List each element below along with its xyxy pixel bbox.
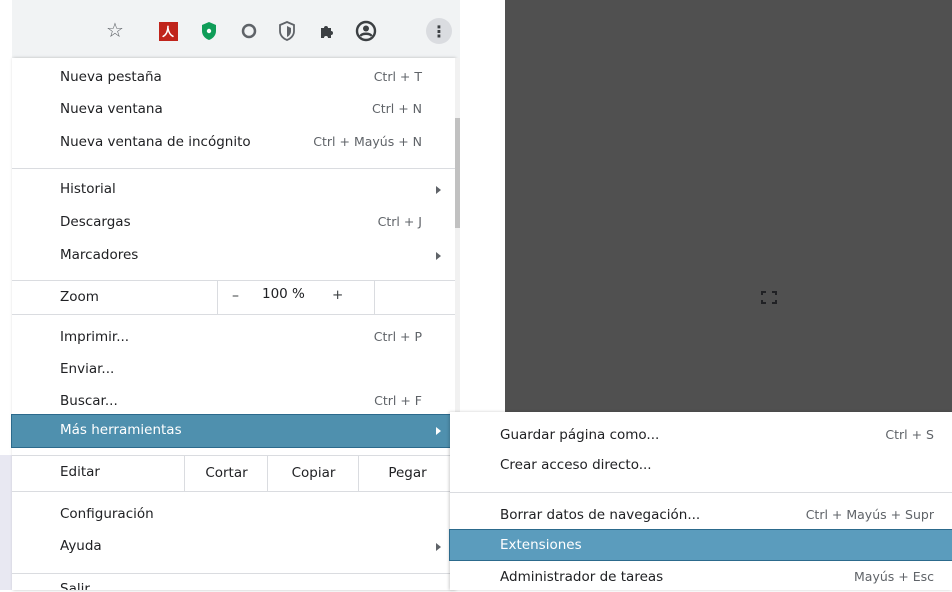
menu-item-label: Descargas bbox=[60, 214, 131, 230]
menu-item-find[interactable]: Buscar... Ctrl + F bbox=[12, 388, 455, 416]
menu-item-label: Salir bbox=[60, 581, 90, 590]
ring-extension-icon[interactable] bbox=[238, 20, 260, 42]
kebab-menu-icon[interactable]: ⋮ bbox=[426, 18, 452, 44]
account-icon[interactable] bbox=[355, 20, 377, 42]
copy-button[interactable]: Copiar bbox=[267, 455, 359, 491]
menu-item-label: Nueva ventana de incógnito bbox=[60, 134, 251, 150]
menu-item-label: Nueva ventana bbox=[60, 101, 163, 117]
submenu-item-extensions[interactable]: Extensiones bbox=[449, 529, 952, 561]
menu-item-shortcut: Ctrl + F bbox=[374, 393, 422, 408]
menu-item-shortcut: Ctrl + N bbox=[371, 101, 422, 116]
submenu-arrow-icon bbox=[436, 427, 441, 435]
submenu-arrow-icon bbox=[436, 543, 441, 551]
submenu-item-label: Administrador de tareas bbox=[500, 569, 664, 585]
submenu-item-label: Borrar datos de navegación... bbox=[500, 507, 701, 523]
menu-item-label: Más herramientas bbox=[60, 422, 182, 438]
menu-item-label: Nueva pestaña bbox=[60, 69, 162, 85]
chrome-main-menu: Nueva pestaña Ctrl + T Nueva ventana Ctr… bbox=[11, 58, 777, 590]
menu-zoom-row: Zoom – 100 % + bbox=[12, 280, 777, 314]
zoom-label: Zoom bbox=[60, 289, 99, 305]
cut-button[interactable]: Cortar bbox=[184, 455, 268, 491]
menu-item-shortcut: Ctrl + T bbox=[373, 69, 422, 84]
menu-item-label: Historial bbox=[60, 181, 116, 197]
submenu-item-save-page[interactable]: Guardar página como... Ctrl + S bbox=[450, 420, 952, 450]
page-content-area bbox=[505, 0, 952, 412]
menu-item-label: Buscar... bbox=[60, 393, 118, 409]
star-icon[interactable]: ☆ bbox=[104, 18, 126, 42]
menu-item-shortcut: Ctrl + P bbox=[373, 329, 422, 344]
submenu-item-label: Guardar página como... bbox=[500, 427, 660, 443]
menu-divider bbox=[12, 491, 455, 492]
menu-item-history[interactable]: Historial bbox=[12, 176, 455, 204]
submenu-arrow-icon bbox=[436, 186, 441, 194]
menu-item-incognito[interactable]: Nueva ventana de incógnito Ctrl + Mayús … bbox=[12, 129, 455, 157]
menu-item-shortcut: Ctrl + J bbox=[377, 214, 422, 229]
menu-edit-row: Editar Cortar Copiar Pegar bbox=[12, 455, 455, 491]
zoom-level: 100 % bbox=[262, 286, 305, 302]
scrollbar-thumb[interactable] bbox=[455, 118, 460, 228]
menu-item-bookmarks[interactable]: Marcadores bbox=[12, 242, 455, 270]
menu-item-downloads[interactable]: Descargas Ctrl + J bbox=[12, 209, 455, 237]
menu-item-label: Marcadores bbox=[60, 247, 139, 263]
submenu-item-clear-data[interactable]: Borrar datos de navegación... Ctrl + May… bbox=[450, 500, 952, 530]
menu-item-new-tab[interactable]: Nueva pestaña Ctrl + T bbox=[12, 64, 455, 92]
pdf-extension-icon[interactable]: 人 bbox=[157, 20, 179, 42]
menu-item-exit[interactable]: Salir bbox=[12, 577, 455, 590]
menu-item-label: Configuración bbox=[60, 506, 154, 522]
browser-toolbar: ☆ 人 ⋮ bbox=[12, 0, 460, 58]
menu-item-cast[interactable]: Enviar... bbox=[12, 356, 455, 384]
menu-item-print[interactable]: Imprimir... Ctrl + P bbox=[12, 324, 455, 352]
privacy-extension-icon[interactable] bbox=[276, 20, 298, 42]
fullscreen-button[interactable] bbox=[374, 280, 777, 314]
menu-divider bbox=[12, 314, 455, 315]
zoom-in-button[interactable]: + bbox=[332, 287, 343, 303]
fullscreen-icon bbox=[761, 291, 777, 304]
menu-divider bbox=[12, 168, 455, 169]
extensions-puzzle-icon[interactable] bbox=[316, 20, 338, 42]
submenu-item-create-shortcut[interactable]: Crear acceso directo... bbox=[450, 450, 952, 480]
menu-divider bbox=[12, 573, 455, 574]
menu-item-more-tools[interactable]: Más herramientas bbox=[11, 414, 456, 448]
edit-label: Editar bbox=[60, 464, 100, 480]
shield-extension-icon[interactable] bbox=[198, 20, 220, 42]
submenu-item-shortcut: Mayús + Esc bbox=[854, 569, 934, 584]
more-tools-submenu: Guardar página como... Ctrl + S Crear ac… bbox=[449, 412, 952, 592]
submenu-item-label: Extensiones bbox=[500, 537, 582, 553]
menu-item-settings[interactable]: Configuración bbox=[12, 501, 455, 529]
menu-item-label: Imprimir... bbox=[60, 329, 130, 345]
menu-item-shortcut: Ctrl + Mayús + N bbox=[313, 134, 422, 149]
submenu-arrow-icon bbox=[436, 252, 441, 260]
submenu-item-label: Crear acceso directo... bbox=[500, 457, 652, 473]
submenu-divider bbox=[450, 492, 952, 493]
zoom-out-button[interactable]: – bbox=[217, 280, 253, 314]
window-left-edge-lower bbox=[0, 455, 12, 590]
submenu-item-shortcut: Ctrl + Mayús + Supr bbox=[805, 507, 934, 522]
page-background bbox=[460, 0, 505, 412]
menu-item-label: Enviar... bbox=[60, 361, 115, 377]
menu-item-new-window[interactable]: Nueva ventana Ctrl + N bbox=[12, 96, 455, 124]
submenu-item-task-manager[interactable]: Administrador de tareas Mayús + Esc bbox=[450, 562, 952, 592]
menu-item-label: Ayuda bbox=[60, 538, 102, 554]
paste-button[interactable]: Pegar bbox=[358, 455, 456, 491]
menu-item-help[interactable]: Ayuda bbox=[12, 533, 455, 561]
submenu-item-shortcut: Ctrl + S bbox=[885, 427, 934, 442]
